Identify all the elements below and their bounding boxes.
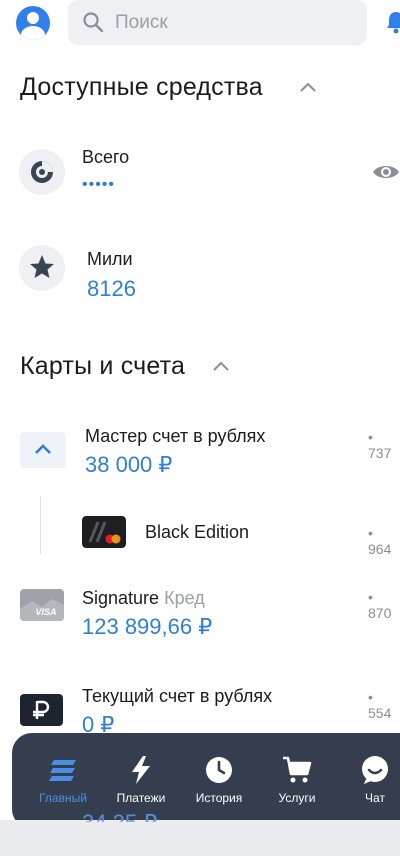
nav-item-chat[interactable]: Чат (336, 733, 400, 829)
account-amount: 38 000 ₽ (85, 452, 173, 477)
search-input[interactable] (115, 11, 345, 35)
total-label: Всего (82, 147, 130, 167)
profile-avatar[interactable] (16, 6, 50, 40)
credit-card-masked-number: • 870 (368, 589, 392, 621)
nav-item-services[interactable]: Услуги (258, 733, 336, 829)
nav-label-services: Услуги (278, 791, 316, 805)
bottom-fade (0, 820, 400, 856)
chat-icon (362, 756, 388, 784)
total-funds-icon (19, 149, 65, 195)
nav-item-history[interactable]: История (180, 733, 258, 829)
miles-icon-bg (19, 245, 65, 291)
home-stack-icon (49, 760, 76, 781)
card-name[interactable]: Black Edition (145, 522, 249, 543)
collapse-funds-chevron-icon[interactable] (300, 82, 316, 92)
current-account-name[interactable]: Текущий счет в рублях (82, 686, 272, 707)
gauge-icon (31, 161, 53, 183)
lightning-icon (132, 756, 150, 784)
signature-card-image: VISA (20, 589, 64, 621)
cards-accounts-title: Карты и счета (20, 352, 186, 380)
credit-card-name: Signature (82, 588, 160, 608)
credit-card-amount: 123 899,66 ₽ (82, 614, 213, 639)
tree-connector (40, 496, 41, 554)
available-funds-title: Доступные средства (20, 73, 263, 101)
card-masked-number: • 964 (368, 525, 392, 557)
nav-label-home: Главный (39, 791, 87, 805)
collapse-cards-chevron-icon[interactable] (213, 361, 229, 371)
search-bar[interactable] (68, 0, 367, 45)
bottom-navigation: Главный Платежи История Услуги Чат (12, 733, 400, 829)
account-name[interactable]: Мастер счет в рублях (85, 426, 265, 447)
black-edition-card-image (82, 516, 126, 548)
bell-icon[interactable] (386, 10, 400, 34)
current-account-masked-number: • 554 (368, 689, 392, 721)
ruble-icon (33, 700, 50, 719)
clock-icon (206, 757, 232, 783)
eye-icon[interactable] (372, 163, 400, 181)
total-masked-value: ••••• (82, 176, 116, 193)
star-icon (30, 255, 54, 278)
nav-label-payments: Платежи (116, 791, 166, 805)
nav-label-chat: Чат (365, 791, 385, 805)
visa-logo: VISA (35, 607, 56, 617)
ruble-account-icon (20, 694, 63, 726)
miles-label: Мили (87, 249, 133, 269)
expand-account-button[interactable] (20, 432, 66, 468)
cart-icon (283, 756, 312, 783)
miles-value: 8126 (87, 276, 136, 301)
credit-card-type: Кред (164, 588, 205, 608)
search-icon (83, 12, 103, 32)
chevron-up-icon (35, 444, 51, 454)
credit-card-title[interactable]: Signature Кред (82, 588, 205, 609)
avatar-body (21, 26, 45, 40)
nav-label-history: История (195, 791, 243, 805)
account-masked-number: • 737 (368, 429, 392, 461)
avatar-head (27, 12, 39, 24)
